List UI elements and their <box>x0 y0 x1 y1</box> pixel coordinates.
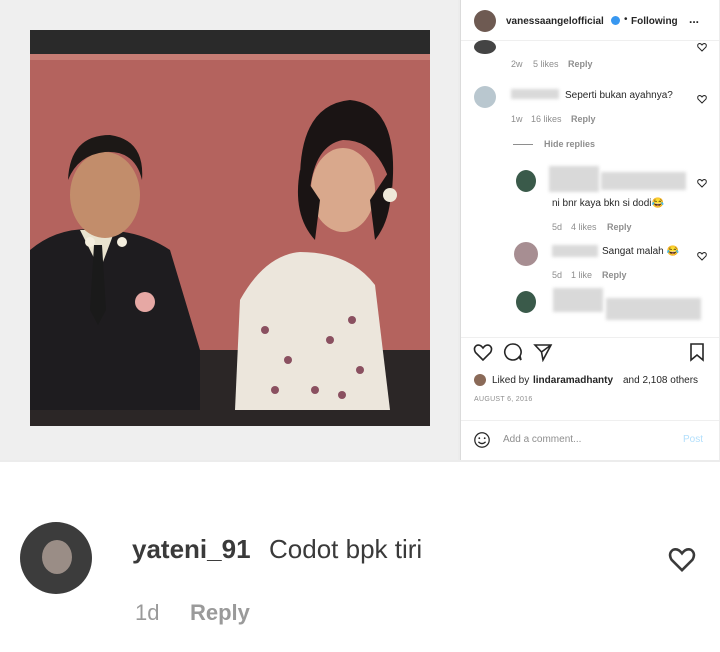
comment-time: 2w <box>511 59 523 69</box>
bookmark-icon[interactable] <box>687 342 707 362</box>
comment-icon[interactable] <box>503 342 523 362</box>
comment-time: 1w <box>511 114 523 124</box>
comment-time: 5d <box>552 270 563 280</box>
blurred-text <box>606 298 701 320</box>
follow-status[interactable]: Following <box>631 16 678 27</box>
commenter-avatar[interactable] <box>474 86 496 108</box>
add-comment-bar: Add a comment... Post <box>461 420 719 461</box>
reply-item <box>461 288 719 328</box>
blurred-text <box>601 172 686 190</box>
heart-icon[interactable] <box>668 545 696 573</box>
comment-item: Seperti bukan ayahnya? 1w 16 likes Reply… <box>461 86 719 149</box>
header-separator: • <box>624 14 628 25</box>
reply-button[interactable]: Reply <box>607 222 632 232</box>
post-button[interactable]: Post <box>683 434 703 445</box>
blurred-username <box>553 288 603 312</box>
heart-icon[interactable] <box>473 342 493 362</box>
commenter-avatar[interactable] <box>514 242 538 266</box>
comment-input[interactable]: Add a comment... <box>503 434 581 445</box>
blurred-username <box>511 89 559 99</box>
reply-item: Sangat malah 😂 5d 1 like Reply <box>461 242 719 282</box>
hide-replies-line <box>513 144 533 145</box>
instagram-post: vanessaangelofficial • Following ... 2w … <box>0 0 720 462</box>
verified-badge-icon <box>611 16 620 25</box>
comment-text: Codot bpk tiri <box>269 534 423 564</box>
share-icon[interactable] <box>533 342 553 362</box>
comment-text: ni bnr kaya bkn si dodi😂 <box>552 198 664 209</box>
liker-avatar[interactable] <box>474 374 486 386</box>
emoji-icon[interactable] <box>473 431 491 449</box>
profile-avatar[interactable] <box>474 10 496 32</box>
heart-icon[interactable] <box>697 94 707 104</box>
reply-button[interactable]: Reply <box>568 59 593 69</box>
reply-button[interactable]: Reply <box>602 270 627 280</box>
commenter-avatar[interactable] <box>474 40 496 54</box>
commenter-avatar[interactable] <box>516 291 536 313</box>
post-photo-frame <box>0 0 458 460</box>
comment-likes[interactable]: 1 like <box>571 270 592 280</box>
commenter-avatar[interactable] <box>20 522 92 594</box>
blurred-username <box>552 245 598 257</box>
post-photo <box>30 30 430 426</box>
comment-username[interactable]: yateni_91 <box>132 534 251 565</box>
hide-replies-button[interactable]: Hide replies <box>544 139 595 149</box>
comment-time: 5d <box>552 222 563 232</box>
comment-text: Seperti bukan ayahnya? <box>565 90 673 101</box>
comment-item: 2w 5 likes Reply <box>461 40 719 72</box>
liked-by-row: Liked by lindaramadhanty and 2,108 other… <box>474 374 719 388</box>
post-username[interactable]: vanessaangelofficial <box>506 16 604 27</box>
commenter-avatar[interactable] <box>516 170 536 192</box>
reply-item: ni bnr kaya bkn si dodi😂 5d 4 likes Repl… <box>461 166 719 236</box>
comment-text: Sangat malah 😂 <box>602 246 679 257</box>
reply-button[interactable]: Reply <box>571 114 596 124</box>
post-header: vanessaangelofficial • Following ... <box>461 0 719 41</box>
comments-panel: vanessaangelofficial • Following ... 2w … <box>460 0 719 460</box>
reply-button[interactable]: Reply <box>190 600 250 626</box>
liked-by-suffix[interactable]: and 2,108 others <box>623 375 698 386</box>
comment-likes[interactable]: 4 likes <box>571 222 597 232</box>
post-actions-bar <box>461 337 719 368</box>
featured-comment: yateni_91 Codot bpk tiri 1d Reply <box>0 470 720 652</box>
comment-likes[interactable]: 16 likes <box>531 114 562 124</box>
heart-icon[interactable] <box>697 42 707 52</box>
more-options-icon[interactable]: ... <box>689 12 699 26</box>
liked-by-prefix: Liked by <box>492 375 530 386</box>
post-date: AUGUST 6, 2016 <box>474 396 533 403</box>
comment-likes[interactable]: 5 likes <box>533 59 559 69</box>
liked-by-user[interactable]: lindaramadhanty <box>533 375 613 386</box>
blurred-username <box>549 166 599 192</box>
comment-time: 1d <box>135 600 160 625</box>
heart-icon[interactable] <box>697 178 707 188</box>
heart-icon[interactable] <box>697 251 707 261</box>
